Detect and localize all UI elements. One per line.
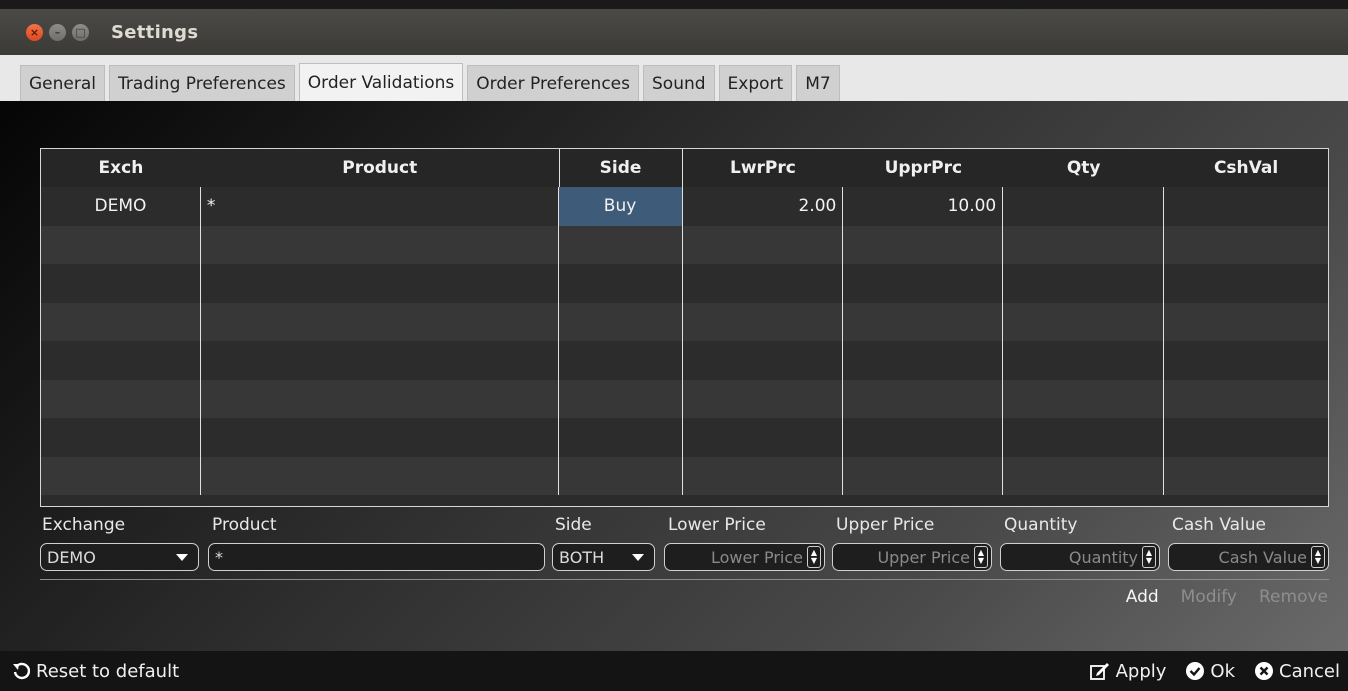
footer-bar: Reset to default Apply Ok Cancel [0, 651, 1348, 691]
title-bar: × – □ Settings [0, 9, 1348, 55]
exchange-label: Exchange [42, 515, 126, 535]
modify-button[interactable]: Modify [1181, 587, 1237, 607]
tab-sound[interactable]: Sound [643, 65, 715, 101]
remove-button[interactable]: Remove [1259, 587, 1328, 607]
table-body: DEMO * Buy 2.00 10.00 [41, 187, 1328, 495]
column-header-product[interactable]: Product [201, 149, 559, 187]
reset-to-default-button[interactable]: Reset to default [12, 661, 179, 682]
tab-export[interactable]: Export [718, 65, 793, 101]
cash-value-spinbox[interactable]: Cash Value ▲ ▼ [1168, 543, 1329, 571]
spinner-arrows-icon[interactable]: ▲ ▼ [807, 546, 821, 568]
column-header-upprprc[interactable]: UpprPrc [843, 149, 1003, 187]
quantity-placeholder: Quantity [1068, 547, 1138, 567]
spinner-arrows-icon[interactable]: ▲ ▼ [1311, 546, 1325, 568]
side-select[interactable]: BOTH [552, 543, 655, 571]
cell-lwrprc: 2.00 [683, 187, 844, 226]
reset-label: Reset to default [36, 660, 180, 682]
apply-button[interactable]: Apply [1089, 660, 1167, 682]
minimize-window-button[interactable]: – [49, 23, 66, 41]
upper-price-spinbox[interactable]: Upper Price ▲ ▼ [832, 543, 992, 571]
lower-price-placeholder: Lower Price [710, 547, 803, 567]
chevron-down-icon [176, 553, 188, 561]
cash-value-placeholder: Cash Value [1218, 547, 1307, 567]
quantity-label: Quantity [1004, 515, 1078, 535]
cell-product: * [201, 187, 559, 226]
tab-order-validations[interactable]: Order Validations [298, 63, 464, 101]
chevron-down-icon [632, 553, 644, 561]
cell-cshval [1164, 187, 1328, 226]
ok-label: Ok [1210, 660, 1236, 682]
empty-row [41, 456, 1328, 495]
window-title: Settings [111, 21, 199, 43]
tab-general[interactable]: General [20, 65, 105, 101]
undo-icon [12, 662, 30, 680]
close-window-button[interactable]: × [26, 23, 43, 41]
lower-price-spinbox[interactable]: Lower Price ▲ ▼ [664, 543, 825, 571]
cancel-button[interactable]: Cancel [1255, 661, 1340, 682]
empty-row [41, 264, 1328, 303]
exchange-value: DEMO [47, 547, 96, 567]
lower-price-label: Lower Price [668, 515, 766, 535]
tab-bar: General Trading Preferences Order Valida… [0, 55, 1348, 101]
times-circle-icon [1255, 662, 1274, 680]
side-value: BOTH [559, 547, 605, 567]
empty-row [41, 302, 1328, 341]
upper-price-placeholder: Upper Price [877, 547, 970, 567]
upper-price-label: Upper Price [836, 515, 935, 535]
cell-qty [1003, 187, 1165, 226]
validation-table: Exch Product Side LwrPrc UpprPrc Qty Csh… [40, 148, 1329, 507]
cell-side[interactable]: Buy [558, 187, 683, 226]
validation-editor: Exchange Product Side Lower Price Upper … [40, 513, 1329, 583]
table-row[interactable]: DEMO * Buy 2.00 10.00 [41, 187, 1328, 226]
empty-row [41, 225, 1328, 264]
add-button[interactable]: Add [1126, 587, 1159, 607]
column-header-qty[interactable]: Qty [1003, 149, 1164, 187]
spinner-arrows-icon[interactable]: ▲ ▼ [1142, 546, 1156, 568]
check-circle-icon [1186, 662, 1205, 680]
column-header-cshval[interactable]: CshVal [1164, 149, 1328, 187]
ok-button[interactable]: Ok [1186, 661, 1235, 682]
exchange-select[interactable]: DEMO [40, 543, 199, 571]
cell-exch: DEMO [41, 187, 201, 226]
cash-value-label: Cash Value [1172, 515, 1267, 535]
empty-row [41, 418, 1328, 457]
row-actions: Add Modify Remove [1126, 587, 1328, 607]
apply-label: Apply [1115, 660, 1167, 682]
quantity-spinbox[interactable]: Quantity ▲ ▼ [1000, 543, 1160, 571]
column-header-side[interactable]: Side [558, 149, 683, 187]
cancel-label: Cancel [1279, 660, 1340, 682]
cell-upprprc: 10.00 [843, 187, 1004, 226]
product-input[interactable]: * [208, 543, 545, 571]
order-validations-panel: Exch Product Side LwrPrc UpprPrc Qty Csh… [0, 101, 1348, 651]
tab-trading-preferences[interactable]: Trading Preferences [109, 65, 295, 101]
spinner-arrows-icon[interactable]: ▲ ▼ [974, 546, 988, 568]
column-header-exch[interactable]: Exch [41, 149, 201, 187]
tab-order-preferences[interactable]: Order Preferences [467, 65, 639, 101]
empty-row [41, 341, 1328, 380]
edit-icon [1089, 662, 1110, 680]
product-value: * [215, 547, 223, 567]
table-header: Exch Product Side LwrPrc UpprPrc Qty Csh… [41, 149, 1328, 187]
column-header-lwrprc[interactable]: LwrPrc [683, 149, 844, 187]
empty-row [41, 379, 1328, 418]
side-label: Side [555, 515, 592, 535]
product-label: Product [212, 515, 277, 535]
editor-divider [40, 579, 1329, 580]
maximize-window-button[interactable]: □ [72, 23, 89, 41]
settings-window: × – □ Settings General Trading Preferenc… [0, 0, 1348, 691]
tab-m7[interactable]: M7 [796, 65, 840, 101]
